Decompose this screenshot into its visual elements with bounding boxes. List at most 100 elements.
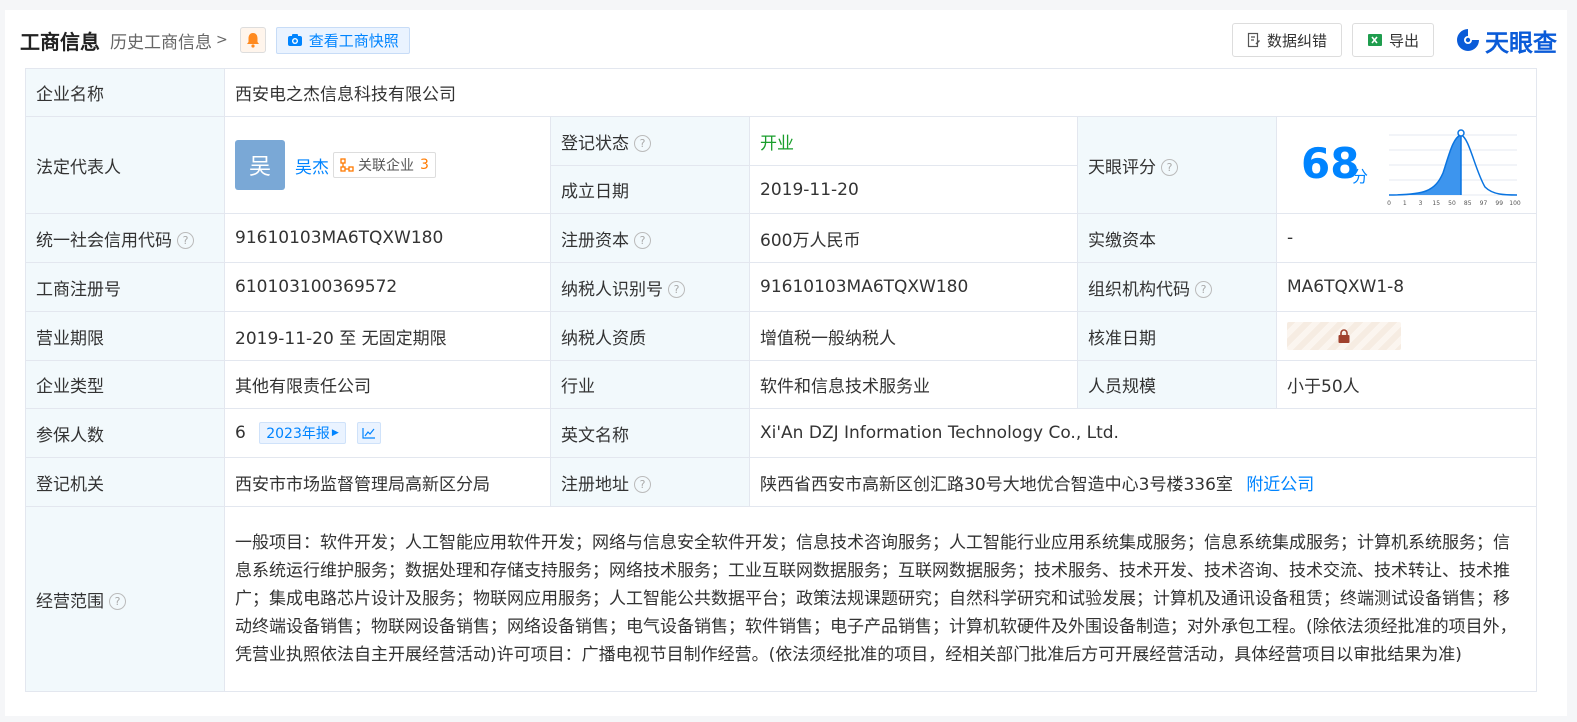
value-english-name: Xi'An DZJ Information Technology Co., Lt… xyxy=(748,408,1538,458)
table-row: 登记机关 西安市市场监督管理局高新区分局 注册地址? 陕西省西安市高新区创汇路3… xyxy=(25,457,1538,507)
table-row: 参保人数 6 2023年报 ▶ 英文名称 Xi'An DZJ Informati… xyxy=(25,408,1538,458)
caret-right-icon: ▶ xyxy=(331,428,339,438)
bell-icon xyxy=(246,33,259,48)
label-reg-capital: 注册资本? xyxy=(550,213,750,263)
value-credit-code: 91610103MA6TQXW180 xyxy=(224,213,551,263)
avatar[interactable]: 吴 xyxy=(235,140,285,190)
value-tianyan-score[interactable]: 68 分 0 1 3 15 50 85 97 99 100 xyxy=(1275,116,1538,214)
chevron-right-icon: > xyxy=(216,32,228,48)
label-taxpayer-id: 纳税人识别号? xyxy=(550,262,750,312)
axis-tick-label: 85 xyxy=(1464,200,1472,207)
label-approve-date: 核准日期 xyxy=(1077,311,1277,361)
axis-tick-label: 15 xyxy=(1432,200,1440,207)
value-taxpayer-type: 增值税一般纳税人 xyxy=(749,311,1078,361)
label-org-code-text: 组织机构代码 xyxy=(1088,279,1190,300)
label-reg-status-text: 登记状态 xyxy=(561,133,629,154)
question-icon[interactable]: ? xyxy=(109,593,126,610)
score-distribution-chart: 0 1 3 15 50 85 97 99 100 xyxy=(1387,129,1521,207)
label-taxpayer-id-text: 纳税人识别号 xyxy=(561,279,663,300)
legal-rep-wrap: 吴 吴杰 关联企业 3 xyxy=(235,140,540,190)
label-english-name: 英文名称 xyxy=(550,408,750,458)
snapshot-button[interactable]: 查看工商快照 xyxy=(275,26,410,54)
bell-button[interactable] xyxy=(239,27,266,53)
value-paid-capital: - xyxy=(1275,213,1538,263)
section-header: 工商信息 历史工商信息 > 查看工商快照 数据纠错 导出 天眼查 xyxy=(20,22,1557,58)
value-found-date: 2019-11-20 xyxy=(749,165,1078,214)
label-org-code: 组织机构代码? xyxy=(1077,262,1277,312)
camera-icon xyxy=(287,34,302,46)
reg-address-text: 陕西省西安市高新区创汇路30号大地优合智造中心3号楼336室 xyxy=(760,474,1233,495)
label-reg-capital-text: 注册资本 xyxy=(561,230,629,251)
label-legal-rep: 法定代表人 xyxy=(25,116,225,214)
history-link[interactable]: 历史工商信息 > xyxy=(110,28,228,53)
snapshot-label: 查看工商快照 xyxy=(308,31,399,50)
value-legal-rep: 吴 吴杰 关联企业 3 xyxy=(224,116,551,214)
label-reg-authority: 登记机关 xyxy=(25,457,225,507)
label-taxpayer-type: 纳税人资质 xyxy=(550,311,750,361)
label-company-name: 企业名称 xyxy=(25,68,225,117)
value-approve-date xyxy=(1275,311,1538,361)
question-icon[interactable]: ? xyxy=(634,232,651,249)
table-row: 法定代表人 吴 吴杰 关联企业 3 登记状态? 开业 天眼评分? 68 分 0 … xyxy=(25,116,1538,214)
question-icon[interactable]: ? xyxy=(668,281,685,298)
value-reg-status: 开业 xyxy=(749,116,1078,166)
value-reg-address: 陕西省西安市高新区创汇路30号大地优合智造中心3号楼336室 附近公司 xyxy=(748,457,1538,507)
label-biz-scope: 经营范围? xyxy=(25,506,225,692)
data-correct-button[interactable]: 数据纠错 xyxy=(1231,23,1342,57)
label-biz-term: 营业期限 xyxy=(25,311,225,361)
label-credit-code-text: 统一社会信用代码 xyxy=(36,230,172,251)
score-unit: 分 xyxy=(1352,167,1369,186)
label-insured: 参保人数 xyxy=(25,408,225,458)
data-correct-label: 数据纠错 xyxy=(1266,31,1327,50)
label-tianyan-score: 天眼评分? xyxy=(1077,116,1277,214)
label-reg-status: 登记状态? xyxy=(550,116,750,166)
question-icon[interactable]: ? xyxy=(1161,159,1178,176)
value-biz-term: 2019-11-20 至 无固定期限 xyxy=(224,311,551,361)
table-row: 经营范围? 一般项目：软件开发；人工智能应用软件开发；网络与信息安全软件开发；信… xyxy=(25,506,1538,692)
label-biz-scope-text: 经营范围 xyxy=(36,591,104,612)
label-credit-code: 统一社会信用代码? xyxy=(25,213,225,263)
table-row: 工商注册号 610103100369572 纳税人识别号? 91610103MA… xyxy=(25,262,1538,312)
value-biz-scope: 一般项目：软件开发；人工智能应用软件开发；网络与信息安全软件开发；信息技术咨询服… xyxy=(223,506,1538,692)
question-icon[interactable]: ? xyxy=(177,232,194,249)
axis-tick-label: 0 xyxy=(1387,200,1391,207)
label-score-text: 天眼评分 xyxy=(1088,157,1156,178)
axis-tick-label: 99 xyxy=(1495,200,1503,207)
question-icon[interactable]: ? xyxy=(634,135,651,152)
nearby-companies-link[interactable]: 附近公司 xyxy=(1246,475,1314,495)
table-row: 企业类型 其他有限责任公司 行业 软件和信息技术服务业 人员规模 小于50人 xyxy=(25,360,1538,409)
trend-chart-button[interactable] xyxy=(357,422,382,444)
label-reg-address: 注册地址? xyxy=(550,457,750,507)
export-button[interactable]: 导出 xyxy=(1351,23,1434,57)
table-row: 统一社会信用代码? 91610103MA6TQXW180 注册资本? 600万人… xyxy=(25,213,1538,263)
label-paid-capital: 实缴资本 xyxy=(1077,213,1277,263)
brand-logo: 天眼查 xyxy=(1454,23,1557,58)
brand-name: 天眼查 xyxy=(1485,28,1557,57)
related-companies-tag[interactable]: 关联企业 3 xyxy=(333,152,436,178)
value-staff-size: 小于50人 xyxy=(1275,360,1538,409)
table-row: 营业期限 2019-11-20 至 无固定期限 纳税人资质 增值税一般纳税人 核… xyxy=(25,311,1538,361)
value-reg-authority: 西安市市场监督管理局高新区分局 xyxy=(224,457,551,507)
question-icon[interactable]: ? xyxy=(634,476,651,493)
label-staff-size: 人员规模 xyxy=(1077,360,1277,409)
score-marker-dot xyxy=(1457,129,1465,137)
header-tools: 数据纠错 导出 天眼查 xyxy=(1222,23,1557,58)
axis-tick-label: 100 xyxy=(1509,200,1521,207)
value-taxpayer-id: 91610103MA6TQXW180 xyxy=(749,262,1078,312)
locked-value[interactable] xyxy=(1287,322,1401,350)
score-number: 68 xyxy=(1301,139,1360,188)
label-reg-address-text: 注册地址 xyxy=(561,474,629,495)
annual-report-tag[interactable]: 2023年报 ▶ xyxy=(259,422,346,444)
axis-tick-label: 50 xyxy=(1448,200,1456,207)
question-icon[interactable]: ? xyxy=(1195,281,1212,298)
table-row: 企业名称 西安电之杰信息科技有限公司 xyxy=(25,68,1538,117)
tianyancha-logo-icon xyxy=(1457,29,1479,51)
network-icon xyxy=(340,158,354,172)
value-company-name: 西安电之杰信息科技有限公司 xyxy=(223,68,1538,117)
label-reg-number: 工商注册号 xyxy=(25,262,225,312)
insured-count: 6 xyxy=(235,423,246,443)
top-strip xyxy=(0,0,1577,10)
axis-tick-label: 1 xyxy=(1403,200,1407,207)
value-insured: 6 2023年报 ▶ xyxy=(224,408,551,458)
legal-rep-link[interactable]: 吴杰 xyxy=(295,153,329,178)
